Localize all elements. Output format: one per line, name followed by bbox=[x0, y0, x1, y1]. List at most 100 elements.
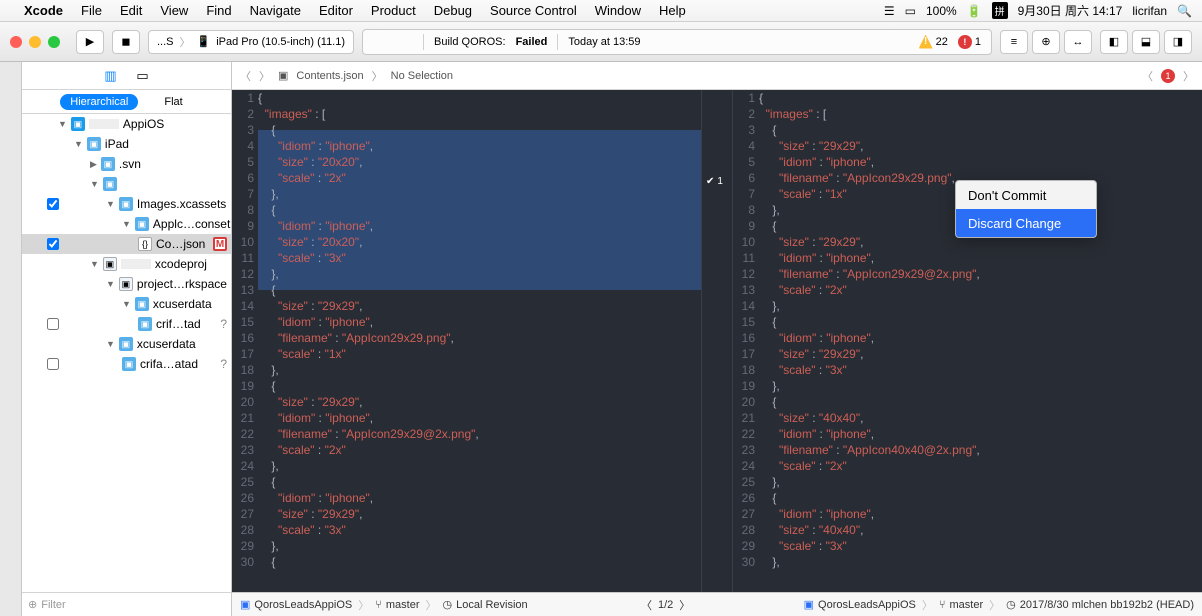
tree-contents-json[interactable]: {}Co…jsonM bbox=[22, 234, 231, 254]
navigator-panel: ▥ ▭ Hierarchical Flat ▼▣AppiOS ▼▣iPad ▶▣… bbox=[22, 62, 232, 616]
tree-xcuserdata2[interactable]: ▼▣xcuserdata bbox=[22, 334, 231, 354]
tree-ipad[interactable]: ▼▣iPad bbox=[22, 134, 231, 154]
stop-button[interactable]: ◼ bbox=[112, 30, 140, 54]
filter-icon: ⊕ bbox=[28, 598, 37, 611]
toggle-navigator[interactable]: ◧ bbox=[1100, 30, 1128, 54]
bottom-project[interactable]: ▣ QorosLeadsAppiOS bbox=[240, 598, 352, 611]
diff-next[interactable]: 〉 bbox=[679, 597, 690, 613]
code-pane-left[interactable]: 1 2 3 4 5 6 7 8 9 10 11 12 13 14 15 16 1… bbox=[232, 90, 701, 592]
editor-mode-assistant[interactable]: ⊕ bbox=[1032, 30, 1060, 54]
issue-prev[interactable]: 〈 bbox=[1142, 68, 1153, 84]
mode-flat[interactable]: Flat bbox=[154, 94, 192, 110]
window-toolbar: ▶ ◼ ...S 〉 📱 iPad Pro (10.5-inch) (11.1)… bbox=[0, 22, 1202, 62]
airplay-icon[interactable]: ▭ bbox=[905, 4, 916, 18]
tree-svn[interactable]: ▶▣.svn bbox=[22, 154, 231, 174]
diff-position: 1/2 bbox=[658, 599, 673, 611]
nav-forward[interactable]: 〉 bbox=[259, 68, 270, 84]
tree-xcuserdata1[interactable]: ▼▣xcuserdata bbox=[22, 294, 231, 314]
menubar-right: ☰ ▭ 100% 🔋 拼 9月30日 周六 14:17 licrifan 🔍 bbox=[884, 2, 1192, 19]
user-text[interactable]: licrifan bbox=[1132, 4, 1167, 18]
error-count[interactable]: !1 bbox=[958, 35, 981, 49]
menu-view[interactable]: View bbox=[160, 3, 188, 18]
project-navigator-icon[interactable]: ▥ bbox=[103, 68, 119, 84]
device-icon: 📱 bbox=[197, 35, 211, 48]
nav-back[interactable]: 〈 bbox=[240, 68, 251, 84]
menu-product[interactable]: Product bbox=[371, 3, 416, 18]
window-left-gutter bbox=[0, 62, 22, 616]
zoom-window-button[interactable] bbox=[48, 36, 60, 48]
tree-crif1-check[interactable] bbox=[46, 318, 60, 330]
activity-view: Build QOROS: Failed Today at 13:59 !22 !… bbox=[362, 29, 992, 55]
editor-mode-standard[interactable]: ≡ bbox=[1000, 30, 1028, 54]
mode-hierarchical[interactable]: Hierarchical bbox=[60, 94, 138, 110]
date-text: 9月30日 周六 14:17 bbox=[1018, 2, 1123, 19]
issue-next[interactable]: 〉 bbox=[1183, 68, 1194, 84]
scheme-device: iPad Pro (10.5-inch) (11.1) bbox=[216, 36, 345, 48]
navigator-selector: ▥ ▭ bbox=[22, 62, 231, 90]
input-method-icon[interactable]: 拼 bbox=[992, 2, 1008, 19]
code-left: { "images" : [ { "idiom" : "iphone", "si… bbox=[258, 90, 701, 570]
toggle-debug-area[interactable]: ⬓ bbox=[1132, 30, 1160, 54]
jump-file-icon: ▣ bbox=[278, 69, 288, 82]
run-button[interactable]: ▶ bbox=[76, 30, 104, 54]
menu-file[interactable]: File bbox=[81, 3, 102, 18]
bottom-branch-left[interactable]: ⑂ master bbox=[375, 599, 419, 611]
menu-debug[interactable]: Debug bbox=[434, 3, 472, 18]
tree-contents-check[interactable] bbox=[46, 238, 60, 250]
tree-images-check[interactable] bbox=[46, 198, 60, 210]
traffic-lights bbox=[10, 36, 60, 48]
menu-source-control[interactable]: Source Control bbox=[490, 3, 577, 18]
menu-navigate[interactable]: Navigate bbox=[250, 3, 301, 18]
tree-images-xcassets[interactable]: ▼▣Images.xcassets bbox=[22, 194, 231, 214]
menu-dont-commit[interactable]: Don't Commit bbox=[956, 181, 1096, 209]
jump-file[interactable]: Contents.json bbox=[296, 70, 363, 82]
close-window-button[interactable] bbox=[10, 36, 22, 48]
toggle-inspector[interactable]: ◨ bbox=[1164, 30, 1192, 54]
tree-crif2-check[interactable] bbox=[46, 358, 60, 370]
jump-selection[interactable]: No Selection bbox=[391, 70, 453, 82]
wifi-icon[interactable]: ☰ bbox=[884, 4, 895, 18]
menubar: Xcode File Edit View Find Navigate Edito… bbox=[0, 0, 1202, 22]
source-control-navigator-icon[interactable]: ▭ bbox=[135, 68, 151, 84]
diff-hunk-indicator[interactable]: ✔ 1 bbox=[706, 176, 723, 187]
spotlight-icon[interactable]: 🔍 bbox=[1177, 4, 1192, 18]
warning-count[interactable]: !22 bbox=[919, 35, 948, 49]
jump-bar: 〈 〉 ▣ Contents.json 〉 No Selection 〈 1 〉 bbox=[232, 62, 1202, 90]
navigator-mode-row: Hierarchical Flat bbox=[22, 90, 231, 114]
scheme-selector[interactable]: ...S 〉 📱 iPad Pro (10.5-inch) (11.1) bbox=[148, 30, 354, 54]
navigator-filter[interactable]: ⊕ Filter bbox=[22, 592, 231, 616]
unknown-badge2: ? bbox=[220, 357, 227, 371]
bottom-local-revision[interactable]: ◷ Local Revision bbox=[442, 598, 527, 611]
minimize-window-button[interactable] bbox=[29, 36, 41, 48]
tree-rkspace[interactable]: ▼▣project…rkspace bbox=[22, 274, 231, 294]
bottom-project-r[interactable]: ▣ QorosLeadsAppiOS bbox=[804, 598, 916, 611]
bottom-commit[interactable]: ◷ 2017/8/30 mlchen bb192b2 (HEAD) bbox=[1006, 598, 1194, 611]
filter-placeholder: Filter bbox=[41, 599, 65, 611]
menu-edit[interactable]: Edit bbox=[120, 3, 142, 18]
unknown-badge: ? bbox=[220, 317, 227, 331]
tree-crif1[interactable]: ▣crif…tad? bbox=[22, 314, 231, 334]
bottom-branch-right[interactable]: ⑂ master bbox=[939, 599, 983, 611]
code-pane-right[interactable]: 1 2 3 4 5 6 7 8 9 10 11 12 13 14 15 16 1… bbox=[733, 90, 1202, 592]
tree-root[interactable]: ▼▣AppiOS bbox=[22, 114, 231, 134]
menu-find[interactable]: Find bbox=[206, 3, 231, 18]
comparison-panes: 1 2 3 4 5 6 7 8 9 10 11 12 13 14 15 16 1… bbox=[232, 90, 1202, 592]
tree-blank[interactable]: ▼▣ bbox=[22, 174, 231, 194]
menu-window[interactable]: Window bbox=[595, 3, 641, 18]
menu-discard-change[interactable]: Discard Change bbox=[956, 209, 1096, 237]
gutter-right: 1 2 3 4 5 6 7 8 9 10 11 12 13 14 15 16 1… bbox=[733, 90, 759, 570]
menu-help[interactable]: Help bbox=[659, 3, 686, 18]
menu-app[interactable]: Xcode bbox=[24, 3, 63, 18]
editor-mode-version[interactable]: ↔ bbox=[1064, 30, 1092, 54]
menu-editor[interactable]: Editor bbox=[319, 3, 353, 18]
tree-appicon-set[interactable]: ▼▣Applc…conset bbox=[22, 214, 231, 234]
code-right: { "images" : [ { "size" : "29x29", "idio… bbox=[759, 90, 1202, 570]
tree-xcodeproj[interactable]: ▼▣xcodeproj bbox=[22, 254, 231, 274]
editor-area: 〈 〉 ▣ Contents.json 〉 No Selection 〈 1 〉… bbox=[232, 62, 1202, 616]
tree-crif2[interactable]: ▣crifa…atad? bbox=[22, 354, 231, 374]
version-bottom-bar: ▣ QorosLeadsAppiOS 〉 ⑂ master 〉 ◷ Local … bbox=[232, 592, 1202, 616]
gutter-left: 1 2 3 4 5 6 7 8 9 10 11 12 13 14 15 16 1… bbox=[232, 90, 258, 570]
issue-error-badge[interactable]: 1 bbox=[1161, 69, 1175, 83]
battery-text: 100% bbox=[926, 4, 957, 18]
diff-prev[interactable]: 〈 bbox=[641, 597, 652, 613]
